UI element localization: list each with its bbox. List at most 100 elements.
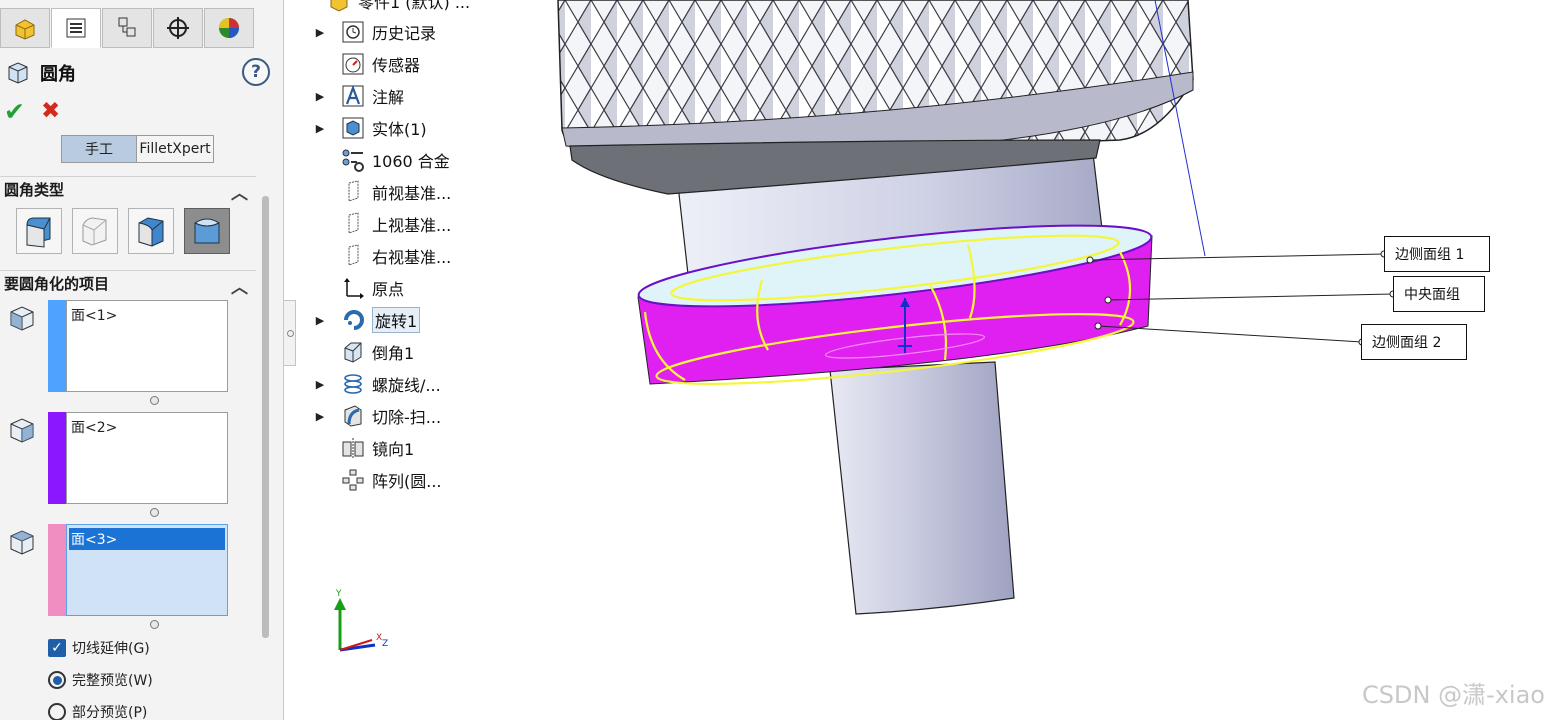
- tree-node-label: 原点: [372, 280, 405, 299]
- resize-grip[interactable]: [150, 508, 159, 517]
- tree-node[interactable]: 前视基准...: [300, 177, 451, 207]
- origin-icon: [338, 275, 368, 301]
- option-label: 切线延伸(G): [72, 641, 150, 657]
- section-title: 圆角类型: [4, 181, 65, 199]
- collapse-caret-icon[interactable]: ︿: [231, 273, 248, 298]
- full-round-fillet-icon: [194, 218, 220, 244]
- tangent-propagation-option[interactable]: ✓ 切线延伸(G): [48, 638, 150, 658]
- ok-cancel-row: ✔ ✖: [4, 97, 60, 126]
- lower-shaft[interactable]: [829, 361, 1015, 615]
- expand-arrow-icon[interactable]: ▶: [315, 410, 325, 423]
- expand-arrow-icon[interactable]: ▶: [315, 314, 325, 327]
- tree-node[interactable]: ▶ 切除-扫...: [300, 401, 441, 431]
- part-icon: [324, 0, 354, 14]
- callout-side-face-set-2[interactable]: 边侧面组 2: [1361, 324, 1467, 360]
- face-list-box[interactable]: 面<2>: [66, 412, 228, 504]
- constant-size-fillet-button[interactable]: [16, 208, 62, 254]
- revolve-icon: [338, 307, 368, 333]
- items-to-fillet-section-header[interactable]: 要圆角化的项目 ︿: [0, 270, 256, 298]
- option-label: 完整预览(W): [72, 673, 153, 689]
- partial-preview-option[interactable]: 部分预览(P): [48, 702, 147, 720]
- full-preview-radio[interactable]: [48, 671, 66, 689]
- fillet-type-options: [16, 208, 230, 254]
- tree-node[interactable]: 阵列(圆...: [300, 465, 442, 495]
- tree-node-label: 螺旋线/...: [372, 376, 441, 395]
- constant-size-fillet-icon: [26, 217, 51, 248]
- expand-arrow-icon[interactable]: ▶: [315, 26, 325, 39]
- triad-z-label: Z: [382, 639, 388, 649]
- sensor-icon: [338, 51, 368, 77]
- mirror-icon: [338, 435, 368, 461]
- collapse-caret-icon[interactable]: ︿: [231, 179, 248, 204]
- variable-size-fillet-button[interactable]: [72, 208, 118, 254]
- full-preview-option[interactable]: 完整预览(W): [48, 670, 153, 690]
- tree-node-label: 历史记录: [372, 24, 437, 43]
- dimxpert-tab[interactable]: [153, 8, 203, 48]
- tree-node-label: 镜向1: [372, 440, 415, 459]
- property-manager-panel: 圆角 ? ✔ ✖ 手工 FilletXpert 圆角类型 ︿ 要圆角化的项目 ︿…: [0, 0, 284, 720]
- plane-icon: [338, 179, 368, 205]
- face-list-entry[interactable]: 面<2>: [69, 416, 225, 438]
- configuration-manager-tab[interactable]: [102, 8, 152, 48]
- partial-preview-radio[interactable]: [48, 703, 66, 720]
- face-list-entry[interactable]: 面<3>: [69, 528, 225, 550]
- tree-node[interactable]: 原点: [300, 273, 404, 303]
- display-manager-tab[interactable]: [204, 8, 254, 48]
- face-list-box[interactable]: 面<3>: [66, 524, 228, 616]
- face-list-entry[interactable]: 面<1>: [69, 304, 225, 326]
- tree-node[interactable]: ▶ 螺旋线/...: [300, 369, 441, 399]
- swept-cut-icon: [338, 403, 368, 429]
- cancel-button[interactable]: ✖: [41, 98, 60, 124]
- callout-center-face-set[interactable]: 中央面组: [1393, 276, 1485, 312]
- tree-node-label: 前视基准...: [372, 184, 452, 203]
- tangent-propagation-checkbox[interactable]: ✓: [48, 639, 66, 657]
- feature-tree-flyout: 零件1 (默认) ... ▶ 历史记录传感器 ▶ 注解 ▶ 实体(1) 1060 合金 前视基…: [300, 0, 500, 500]
- callout-label: 边侧面组 2: [1372, 335, 1442, 351]
- display-manager-icon: [219, 18, 239, 38]
- callout-side-face-set-1[interactable]: 边侧面组 1: [1384, 236, 1490, 272]
- tree-node[interactable]: 镜向1: [300, 433, 414, 463]
- helix-icon: [338, 371, 368, 397]
- face-list-box[interactable]: 面<1>: [66, 300, 228, 392]
- graphics-viewport[interactable]: Y X Z 边侧面组 1 中央面组 边侧面组 2 CSDN @潇-xiao: [334, 0, 1551, 720]
- tree-node[interactable]: 上视基准...: [300, 209, 451, 239]
- help-button[interactable]: ?: [242, 58, 270, 86]
- resize-grip[interactable]: [150, 620, 159, 629]
- tree-node[interactable]: ▶ 旋转1: [300, 305, 421, 335]
- tree-node[interactable]: 右视基准...: [300, 241, 451, 271]
- expand-arrow-icon[interactable]: ▶: [315, 90, 325, 103]
- face-color-swatch: [48, 524, 66, 616]
- expand-arrow-icon[interactable]: ▶: [315, 378, 325, 391]
- center-face-set-selector: 面<2>: [8, 412, 230, 517]
- panel-collapse-handle[interactable]: [284, 300, 296, 366]
- full-round-fillet-button[interactable]: [184, 208, 230, 254]
- tree-node-label: 1060 合金: [372, 152, 450, 171]
- side-face-set-1-selector: 面<1>: [8, 300, 230, 405]
- triad-y-label: Y: [335, 589, 342, 599]
- expand-arrow-icon[interactable]: ▶: [315, 122, 325, 135]
- manual-mode-button[interactable]: 手工: [61, 135, 137, 163]
- callout-label: 边侧面组 1: [1395, 247, 1465, 263]
- knurled-head[interactable]: [557, 0, 1194, 195]
- resize-grip[interactable]: [150, 396, 159, 405]
- property-manager-tab[interactable]: [51, 8, 101, 48]
- fillet-type-section-header[interactable]: 圆角类型 ︿: [0, 176, 256, 204]
- tree-node[interactable]: ▶ 实体(1): [300, 113, 427, 143]
- tree-node-label: 传感器: [372, 56, 421, 75]
- tree-node[interactable]: 倒角1: [300, 337, 414, 367]
- feature-manager-tab[interactable]: [0, 8, 50, 48]
- tree-node[interactable]: ▶ 历史记录: [300, 17, 436, 47]
- ok-button[interactable]: ✔: [4, 97, 25, 126]
- tree-root-part[interactable]: 零件1 (默认) ...: [300, 0, 470, 16]
- face-fillet-button[interactable]: [128, 208, 174, 254]
- filletxpert-mode-button[interactable]: FilletXpert: [137, 135, 214, 163]
- tree-node[interactable]: ▶ 注解: [300, 81, 404, 111]
- tree-node-label: 右视基准...: [372, 248, 452, 267]
- tree-node[interactable]: 1060 合金: [300, 145, 450, 175]
- face-selection-icon: [10, 418, 34, 443]
- model-graphics[interactable]: Y X Z: [334, 0, 1551, 720]
- manager-tabs: [0, 8, 256, 48]
- tree-node[interactable]: 传感器: [300, 49, 420, 79]
- panel-scrollbar[interactable]: [262, 196, 269, 638]
- tree-node-label: 上视基准...: [372, 216, 452, 235]
